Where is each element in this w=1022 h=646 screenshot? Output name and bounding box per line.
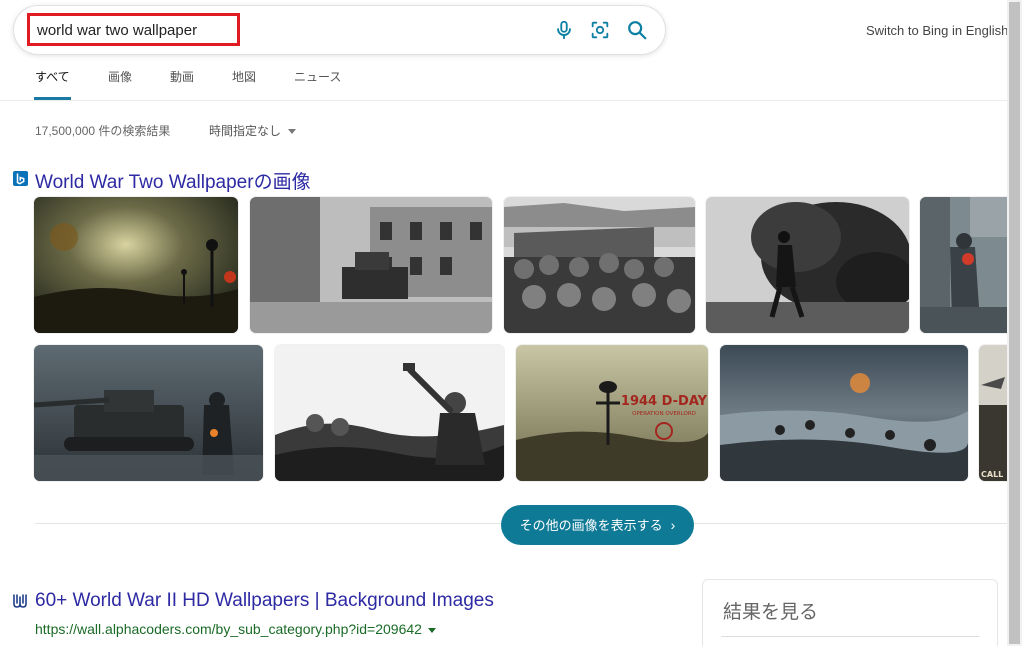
image-thumbnail[interactable]: CALL xyxy=(979,345,1007,481)
switch-language-link[interactable]: Switch to Bing in English xyxy=(866,23,1008,38)
visual-search-icon[interactable] xyxy=(589,19,611,41)
result-count: 17,500,000 件の検索結果 xyxy=(35,124,171,138)
tab-images[interactable]: 画像 xyxy=(108,68,132,100)
image-thumbnail[interactable] xyxy=(250,197,492,333)
tab-maps[interactable]: 地図 xyxy=(232,68,256,100)
microphone-icon[interactable] xyxy=(553,19,575,41)
vertical-scrollbar[interactable] xyxy=(1007,0,1022,646)
chevron-right-icon: › xyxy=(670,517,676,533)
result-url[interactable]: https://wall.alphacoders.com/by_sub_cate… xyxy=(35,621,436,637)
dday-title: 1944 D-DAY xyxy=(621,394,708,409)
search-box xyxy=(14,6,665,54)
image-thumbnail[interactable] xyxy=(275,345,504,481)
side-panel: 結果を見る xyxy=(702,579,998,646)
tabs-divider xyxy=(0,100,1008,101)
image-thumbnail[interactable] xyxy=(34,345,263,481)
result-title-link[interactable]: 60+ World War II HD Wallpapers | Backgro… xyxy=(35,590,494,612)
bing-logo-icon xyxy=(13,171,28,186)
caret-down-icon xyxy=(427,627,436,633)
scrollbar-thumb[interactable] xyxy=(1009,2,1020,644)
more-images-button[interactable]: その他の画像を表示する › xyxy=(501,505,694,545)
tab-videos[interactable]: 動画 xyxy=(170,68,194,100)
caret-down-icon xyxy=(288,129,297,135)
time-filter-label: 時間指定なし xyxy=(209,124,282,138)
search-input-highlight xyxy=(27,13,240,46)
image-thumbnail[interactable] xyxy=(706,197,909,333)
search-icon[interactable] xyxy=(626,19,648,41)
image-thumbnail[interactable] xyxy=(34,197,238,333)
dday-subtitle: OPERATION OVERLORD xyxy=(632,411,696,417)
tab-all[interactable]: すべて xyxy=(34,68,71,100)
search-input[interactable] xyxy=(30,16,237,43)
image-thumbnail[interactable] xyxy=(720,345,968,481)
game-logo-text: CALL xyxy=(981,470,1003,479)
time-filter-dropdown[interactable]: 時間指定なし xyxy=(209,122,297,139)
image-thumbnail[interactable] xyxy=(504,197,695,333)
image-thumbnail[interactable]: 1944 D-DAY OPERATION OVERLORD xyxy=(516,345,708,481)
side-panel-divider xyxy=(721,636,979,637)
image-thumbnail[interactable] xyxy=(920,197,1007,333)
images-section-title[interactable]: World War Two Wallpaperの画像 xyxy=(35,167,311,194)
result-url-text: https://wall.alphacoders.com/by_sub_cate… xyxy=(35,621,422,637)
more-images-label: その他の画像を表示する xyxy=(519,518,663,533)
tab-news[interactable]: ニュース xyxy=(294,68,341,100)
side-panel-title: 結果を見る xyxy=(723,602,819,623)
site-favicon-icon xyxy=(12,592,28,610)
